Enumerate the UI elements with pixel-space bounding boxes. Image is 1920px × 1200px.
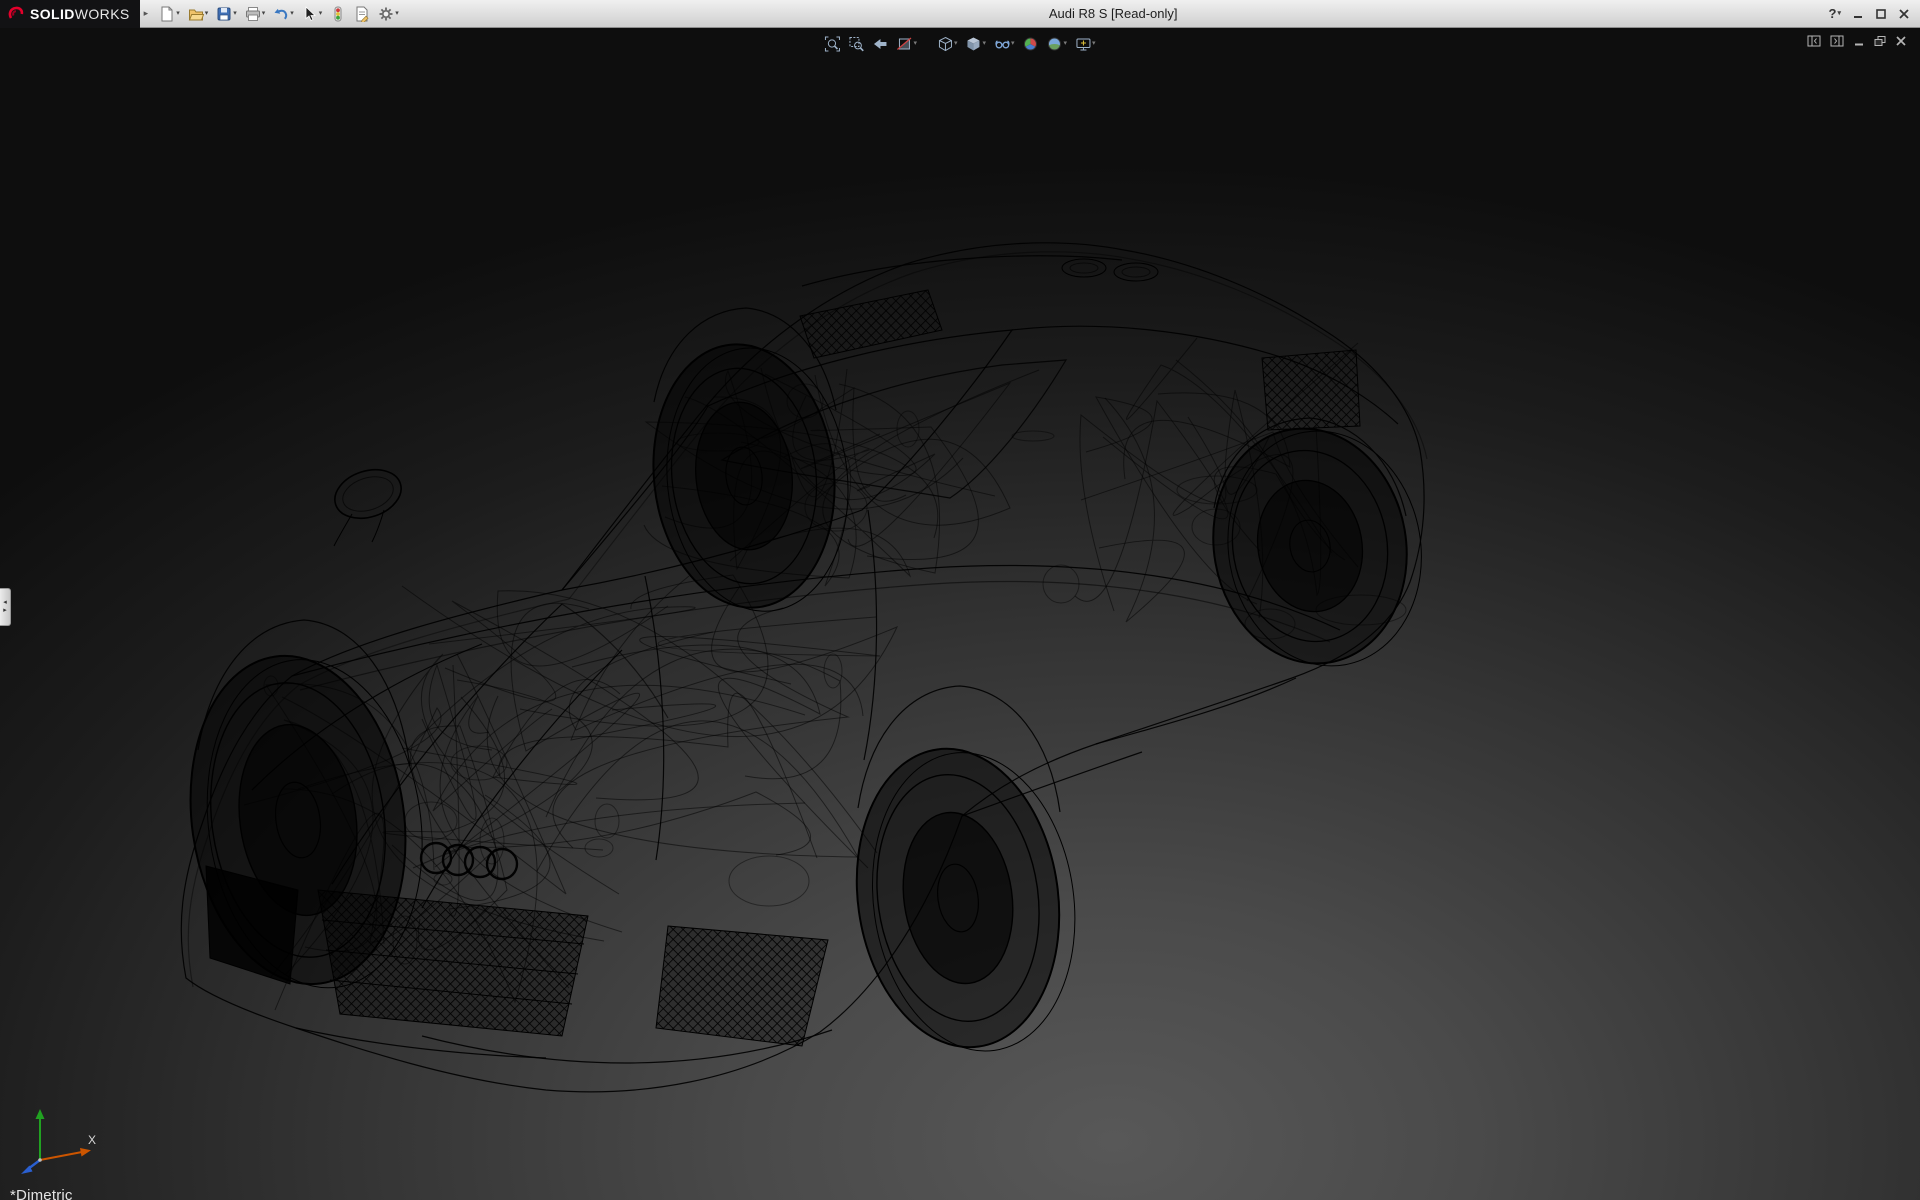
titlebar: SOLIDWORKS ▸ ▾ ▾ xyxy=(0,0,1920,28)
restore-document-icon xyxy=(1874,35,1886,47)
dropdown-caret[interactable]: ▾ xyxy=(290,10,294,18)
dropdown-caret[interactable]: ▾ xyxy=(262,10,266,18)
options-gear-icon xyxy=(378,6,394,22)
zoom-to-fit-button[interactable] xyxy=(822,35,842,53)
graphics-area[interactable]: ▾ ▾ ▾ ▾ xyxy=(0,28,1920,1200)
document-window-controls xyxy=(1807,35,1907,47)
brand-text: SOLIDWORKS xyxy=(30,6,130,22)
undo-icon xyxy=(273,6,289,22)
zoom-to-area-button[interactable] xyxy=(846,35,866,53)
view-orientation-label: *Dimetric xyxy=(10,1187,73,1200)
apply-scene-icon xyxy=(1047,36,1063,52)
display-pane-icon xyxy=(1830,35,1844,47)
print-icon xyxy=(245,6,261,22)
close-button[interactable] xyxy=(1894,6,1914,22)
window-controls: ? ▾ xyxy=(1825,4,1920,23)
body-lines xyxy=(181,243,1427,1092)
display-style-button[interactable]: ▾ xyxy=(963,35,988,53)
select-button[interactable]: ▾ xyxy=(299,4,326,24)
previous-view-icon xyxy=(872,36,888,52)
dropdown-caret[interactable]: ▾ xyxy=(1092,40,1096,48)
side-mirror xyxy=(329,462,408,546)
dropdown-caret[interactable]: ▾ xyxy=(176,10,180,18)
apply-scene-button[interactable]: ▾ xyxy=(1045,35,1070,53)
heads-up-view-toolbar: ▾ ▾ ▾ ▾ xyxy=(822,35,1097,53)
car-wireframe-model xyxy=(0,28,1920,1200)
view-settings-icon xyxy=(1075,36,1091,52)
maximize-button[interactable] xyxy=(1871,6,1891,22)
dropdown-caret[interactable]: ▾ xyxy=(1011,40,1015,48)
new-document-icon xyxy=(159,6,175,22)
edit-appearance-ball-icon xyxy=(1023,36,1039,52)
new-document-button[interactable]: ▾ xyxy=(156,4,183,24)
close-document-button[interactable] xyxy=(1895,35,1907,47)
document-title: Audi R8 S [Read-only] xyxy=(402,6,1825,21)
dassault-3ds-icon xyxy=(7,5,24,22)
section-view-icon xyxy=(896,36,912,52)
solidworks-window: SOLIDWORKS ▸ ▾ ▾ xyxy=(0,0,1920,1200)
rebuild-button[interactable] xyxy=(327,4,349,24)
view-orientation-button[interactable]: ▾ xyxy=(935,35,960,53)
zoom-to-area-icon xyxy=(848,36,864,52)
dropdown-caret[interactable]: ▾ xyxy=(913,40,917,48)
splitter-left-arrow-icon: ◂ xyxy=(3,599,7,607)
file-properties-icon xyxy=(354,6,370,22)
dropdown-caret[interactable]: ▾ xyxy=(233,10,237,18)
help-glyph: ? xyxy=(1829,6,1837,21)
hide-show-items-button[interactable]: ▾ xyxy=(992,35,1017,53)
minimize-icon xyxy=(1852,8,1864,20)
detail-features xyxy=(206,259,1360,1046)
orientation-triad: X xyxy=(14,1098,114,1178)
view-settings-button[interactable]: ▾ xyxy=(1073,35,1098,53)
open-button[interactable]: ▾ xyxy=(185,4,212,24)
save-button[interactable]: ▾ xyxy=(213,4,240,24)
headrests xyxy=(1062,259,1158,281)
options-button[interactable]: ▾ xyxy=(375,4,402,24)
dropdown-caret[interactable]: ▾ xyxy=(319,10,323,18)
print-button[interactable]: ▾ xyxy=(242,4,269,24)
splitter-right-arrow-icon: ▸ xyxy=(3,607,7,615)
dropdown-caret[interactable]: ▾ xyxy=(1064,40,1068,48)
pane-splitter-handle[interactable]: ◂ ▸ xyxy=(0,588,11,626)
undo-button[interactable]: ▾ xyxy=(270,4,297,24)
dropdown-caret[interactable]: ▾ xyxy=(395,10,399,18)
minimize-document-button[interactable] xyxy=(1853,35,1865,47)
display-style-icon xyxy=(965,36,981,52)
restore-document-button[interactable] xyxy=(1874,35,1886,47)
open-folder-icon xyxy=(188,6,204,22)
minimize-document-icon xyxy=(1853,35,1865,47)
audi-rings xyxy=(421,843,517,879)
maximize-icon xyxy=(1875,8,1887,20)
wheels xyxy=(170,334,1440,1066)
edit-appearance-button[interactable] xyxy=(1021,35,1041,53)
minimize-button[interactable] xyxy=(1848,6,1868,22)
triad-x-label: X xyxy=(88,1133,96,1147)
interior-wireframe-clutter xyxy=(244,338,1406,1010)
feature-pane-toggle-button[interactable] xyxy=(1807,35,1821,47)
close-icon xyxy=(1898,8,1910,20)
standard-toolbar: ▾ ▾ ▾ xyxy=(152,4,402,24)
close-document-icon xyxy=(1895,35,1907,47)
display-pane-toggle-button[interactable] xyxy=(1830,35,1844,47)
save-icon xyxy=(216,6,232,22)
file-properties-button[interactable] xyxy=(351,4,373,24)
dropdown-caret[interactable]: ▾ xyxy=(205,10,209,18)
menu-flyout-arrow[interactable]: ▸ xyxy=(140,8,153,19)
feature-pane-icon xyxy=(1807,35,1821,47)
dropdown-caret[interactable]: ▾ xyxy=(1837,10,1841,18)
dropdown-caret[interactable]: ▾ xyxy=(982,40,986,48)
hide-show-items-icon xyxy=(994,36,1010,52)
select-cursor-icon xyxy=(302,6,318,22)
solidworks-logo[interactable]: SOLIDWORKS xyxy=(0,0,140,28)
zoom-to-fit-icon xyxy=(824,36,840,52)
previous-view-button[interactable] xyxy=(870,35,890,53)
view-orientation-cube-icon xyxy=(937,36,953,52)
dropdown-caret[interactable]: ▾ xyxy=(954,40,958,48)
help-button[interactable]: ? ▾ xyxy=(1825,4,1845,23)
rebuild-icon xyxy=(330,6,346,22)
section-view-button[interactable]: ▾ xyxy=(894,35,919,53)
